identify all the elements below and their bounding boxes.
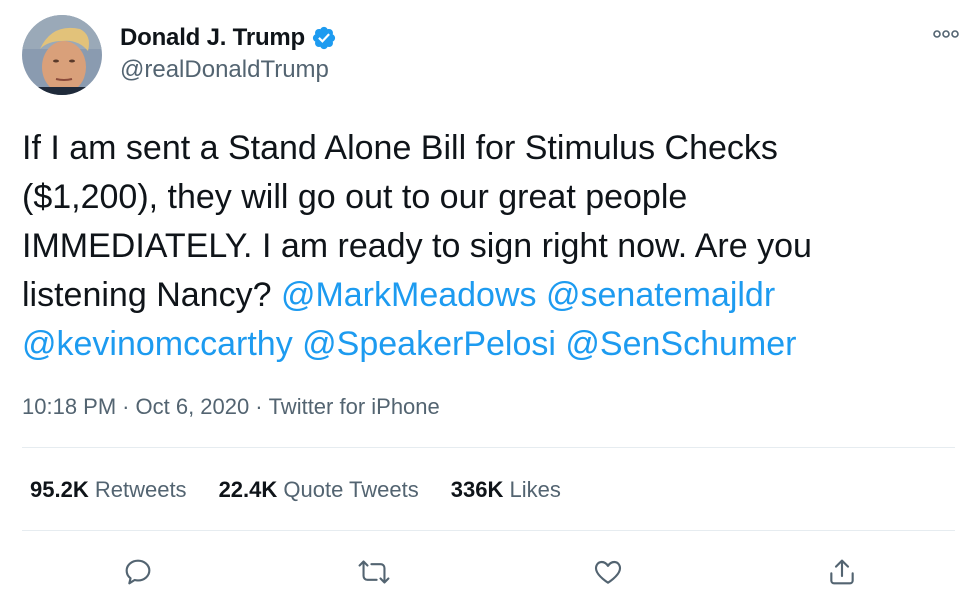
retweet-icon[interactable] [356,554,392,590]
meta-separator: · [255,394,263,419]
quote-tweets-stat[interactable]: 22.4K Quote Tweets [219,477,419,503]
verified-badge-icon [311,25,337,51]
avatar[interactable] [22,15,102,95]
tweet-stats: 95.2K Retweets 22.4K Quote Tweets 336K L… [30,477,561,503]
mention-link[interactable]: @kevinomccarthy [22,325,293,363]
share-icon[interactable] [824,554,860,590]
stat-count: 95.2K [30,477,89,502]
likes-stat[interactable]: 336K Likes [451,477,561,503]
author-name-row: Donald J. Trump [120,24,337,52]
mention-link[interactable]: @SpeakerPelosi [302,325,556,363]
like-icon[interactable] [590,554,626,590]
more-options-icon[interactable] [933,26,959,44]
tweet-source[interactable]: Twitter for iPhone [269,394,440,419]
divider [22,447,955,448]
tweet-date[interactable]: Oct 6, 2020 [136,394,250,419]
tweet-card: Donald J. Trump @realDonaldTrump If I am… [0,0,977,612]
stat-label: Retweets [94,477,187,502]
retweets-stat[interactable]: 95.2K Retweets [30,477,187,503]
tweet-text-line: If I am sent a Stand Alone Bill for Stim… [22,129,778,167]
reply-icon[interactable] [120,554,156,590]
meta-separator: · [122,394,130,419]
author-handle[interactable]: @realDonaldTrump [120,56,329,84]
tweet-text-line: listening Nancy? @MarkMeadows @senatemaj… [22,271,952,320]
tweet-text-line: ($1,200), they will go out to our great … [22,178,688,216]
tweet-time[interactable]: 10:18 PM [22,394,116,419]
mention-link[interactable]: @MarkMeadows [281,276,537,314]
tweet-meta: 10:18 PM · Oct 6, 2020 · Twitter for iPhone [22,394,440,420]
author-name[interactable]: Donald J. Trump [120,24,305,52]
stat-count: 22.4K [218,477,278,502]
stat-label: Likes [509,477,561,502]
stat-label: Quote Tweets [283,477,419,502]
stat-count: 336K [450,477,504,502]
mention-link[interactable]: @senatemajldr [546,276,775,314]
tweet-text-line: @kevinomccarthy @SpeakerPelosi @SenSchum… [22,320,952,369]
tweet-text: If I am sent a Stand Alone Bill for Stim… [22,124,952,369]
tweet-text-line: IMMEDIATELY. I am ready to sign right no… [22,227,812,265]
tweet-text-segment: listening Nancy? [22,276,272,314]
mention-link[interactable]: @SenSchumer [565,325,796,363]
divider [22,530,955,531]
